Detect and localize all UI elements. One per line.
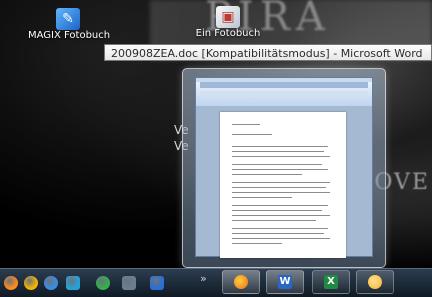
- word-icon: W: [278, 275, 292, 289]
- document-area: [196, 106, 372, 258]
- taskbar-overflow-chevron[interactable]: »: [200, 272, 207, 285]
- green-app-icon[interactable]: [96, 276, 110, 290]
- firefox-icon: [234, 275, 248, 289]
- calendar-icon[interactable]: [122, 276, 136, 290]
- ie-icon[interactable]: [150, 276, 164, 290]
- browser-icon[interactable]: [44, 276, 58, 290]
- taskbar-button-chat[interactable]: [356, 270, 394, 294]
- taskbar-button-word[interactable]: W: [266, 270, 304, 294]
- desktop-icon-label: Ein Fotobuch: [195, 28, 261, 39]
- chat-icon: [368, 275, 382, 289]
- desktop-icon-magix-fotobuch[interactable]: ✎ MAGIX Fotobuch: [28, 8, 111, 41]
- start-orb-icon[interactable]: [4, 276, 18, 290]
- shortcut-icon: ▣: [216, 6, 240, 28]
- taskbar-button-firefox[interactable]: [222, 270, 260, 294]
- excel-icon: X: [324, 275, 338, 289]
- window-title-tooltip: 200908ZEA.doc [Kompatibilitätsmodus] - M…: [104, 44, 432, 61]
- desktop-icon-label: MAGIX Fotobuch: [28, 30, 111, 41]
- magix-fotobuch-icon: ✎: [56, 8, 80, 30]
- desktop-icon-fotobuch[interactable]: ▣ Ein Fotobuch: [188, 6, 268, 39]
- explorer-icon[interactable]: [66, 276, 80, 290]
- word-window-thumbnail: [195, 77, 373, 258]
- ribbon: [196, 82, 372, 109]
- document-page: [220, 112, 346, 258]
- taskbar-button-excel[interactable]: X: [312, 270, 350, 294]
- desktop: PIRA Ve Ve OVE ✎ MAGIX Fotobuch ▣ Ein Fo…: [0, 0, 432, 268]
- media-player-icon[interactable]: [24, 276, 38, 290]
- taskbar-thumbnail-preview[interactable]: [182, 68, 386, 268]
